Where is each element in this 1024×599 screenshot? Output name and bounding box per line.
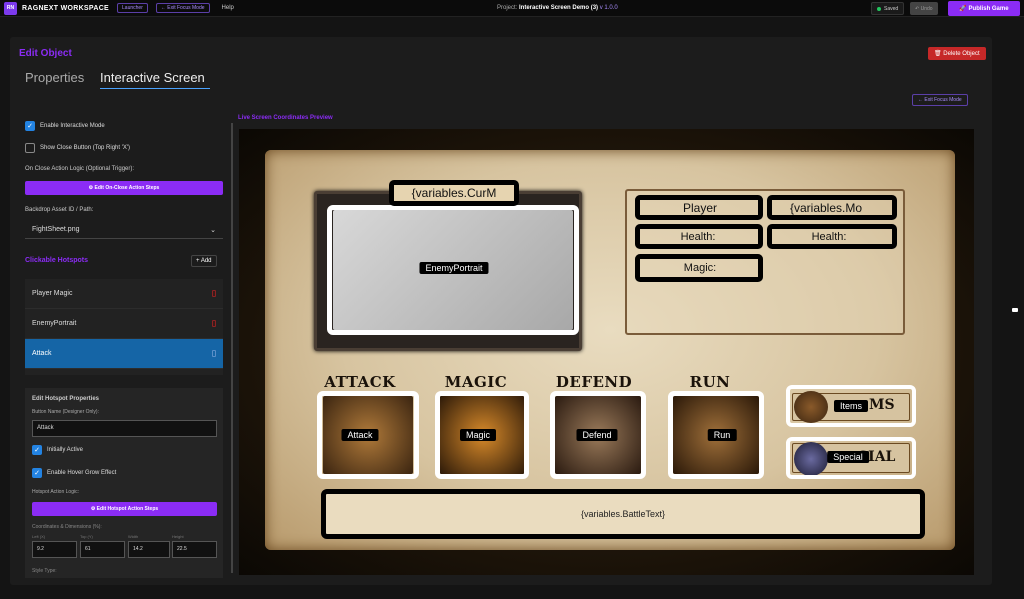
live-preview-canvas: EnemyPortrait {variables.CurM Player {va… — [239, 129, 974, 575]
project-name: Interactive Screen Demo (3) — [519, 5, 599, 11]
health-player-text: Health: — [680, 231, 716, 243]
special-tag: Special — [827, 451, 869, 463]
coord-label-height: Height — [172, 534, 184, 539]
style-type-label: Style Type: — [32, 568, 57, 574]
coord-label-width: Width — [128, 534, 139, 539]
add-hotspot-button[interactable]: + Add — [191, 255, 217, 267]
tab-interactive-screen[interactable]: Interactive Screen — [100, 70, 205, 85]
delete-icon[interactable] — [212, 290, 216, 297]
battle-text-hotspot[interactable]: {variables.BattleText} — [321, 489, 925, 539]
coord-label-y: Top (Y) — [80, 534, 93, 539]
hotspot-label: Attack — [32, 350, 52, 357]
button-name-label: Button Name (Designer Only): — [32, 409, 99, 415]
chevron-down-icon: ⌄ — [210, 227, 216, 234]
delete-icon[interactable] — [212, 350, 216, 357]
side-indicator — [1012, 308, 1018, 312]
left-panel-scrollbar[interactable] — [231, 123, 233, 573]
show-close-checkbox[interactable]: Show Close Button (Top Right 'X') — [25, 143, 130, 153]
delete-object-button[interactable]: 🗑 Delete Object — [928, 47, 986, 60]
hotspot-label: EnemyPortrait — [32, 320, 77, 327]
project-version: v 1.0.0 — [599, 5, 618, 11]
edit-hotspot-action-button[interactable]: ⚙ Edit Hotspot Action Steps — [32, 502, 217, 516]
launcher-button[interactable]: Launcher — [117, 3, 148, 13]
coord-height-input[interactable]: 22.5 — [172, 541, 217, 558]
player-text: Player — [682, 201, 718, 215]
delete-icon[interactable] — [212, 320, 216, 327]
enable-interactive-label: Enable Interactive Mode — [40, 123, 105, 129]
hotspot-properties-panel: Edit Hotspot Properties Button Name (Des… — [25, 388, 223, 578]
coord-x-input[interactable]: 9.2 — [32, 541, 77, 558]
coord-width-input[interactable]: 14.2 — [128, 541, 170, 558]
saved-label: Saved — [884, 5, 899, 12]
checkbox-empty-icon — [25, 143, 35, 153]
enable-interactive-checkbox[interactable]: ✓ Enable Interactive Mode — [25, 121, 105, 131]
hover-grow-label: Enable Hover Grow Effect — [47, 470, 117, 476]
hotspot-label: Player Magic — [32, 290, 73, 297]
checkmark-icon: ✓ — [25, 121, 35, 131]
list-item-selected[interactable]: Attack — [25, 339, 223, 369]
button-name-input[interactable]: Attack — [32, 420, 217, 437]
hotspots-title: Clickable Hotspots — [25, 257, 89, 264]
checkmark-icon: ✓ — [32, 445, 42, 455]
battle-text: {variables.BattleText} — [580, 509, 666, 519]
exit-focus-mode-button[interactable]: ← Exit Focus Mode — [155, 3, 210, 13]
magic-heading: MAGIC — [444, 373, 508, 391]
active-tab-indicator — [100, 88, 210, 89]
saved-status: Saved — [871, 2, 905, 15]
undo-button[interactable]: ↶ Undo — [910, 2, 938, 15]
on-close-label: On Close Action Logic (Optional Trigger)… — [25, 166, 135, 172]
coord-y-input[interactable]: 61 — [80, 541, 125, 558]
backdrop-select[interactable]: FightSheet.png ⌄ — [25, 223, 223, 239]
coords-label: Coordinates & Dimensions (%): — [32, 524, 102, 530]
list-item[interactable]: Player Magic — [25, 279, 223, 309]
health-monster-text: Health: — [811, 231, 847, 243]
project-label: Project: — [497, 5, 518, 11]
run-heading: RUN — [689, 373, 731, 391]
coord-label-x: Left (X) — [32, 534, 46, 539]
attack-tag: Attack — [341, 429, 379, 441]
project-info: Project: Interactive Screen Demo (3) v 1… — [497, 5, 618, 11]
hotspot-list: Player Magic EnemyPortrait Attack — [25, 279, 223, 375]
backdrop-label: Backdrop Asset ID / Path: — [25, 207, 94, 213]
items-tag: Items — [833, 400, 869, 412]
defend-tag: Defend — [576, 429, 618, 441]
help-menu[interactable]: Help — [222, 5, 234, 11]
monster-var-text: {variables.Mo — [789, 201, 863, 215]
show-close-label: Show Close Button (Top Right 'X') — [40, 145, 130, 151]
edit-on-close-button[interactable]: ⚙ Edit On-Close Action Steps — [25, 181, 223, 195]
enemy-portrait-tag: EnemyPortrait — [419, 262, 489, 274]
hover-grow-checkbox[interactable]: ✓ Enable Hover Grow Effect — [32, 468, 116, 478]
brand-name: RAGNEXT WORKSPACE — [22, 4, 110, 12]
exit-focus-mode-button-2[interactable]: ← Exit Focus Mode — [912, 94, 968, 106]
props-title: Edit Hotspot Properties — [32, 396, 100, 402]
magic-text: Magic: — [683, 262, 717, 274]
list-item[interactable]: EnemyPortrait — [25, 309, 223, 339]
app-logo: RN — [4, 1, 17, 15]
initially-active-checkbox[interactable]: ✓ Initially Active — [32, 445, 83, 455]
initially-active-label: Initially Active — [47, 447, 84, 453]
backdrop-value: FightSheet.png — [32, 226, 80, 233]
publish-game-button[interactable]: 🚀 Publish Game — [948, 1, 1020, 16]
action-logic-label: Hotspot Action Logic: — [32, 489, 79, 495]
preview-label: Live Screen Coordinates Preview — [238, 115, 333, 121]
saved-dot-icon — [877, 6, 881, 11]
defend-heading: DEFEND — [555, 373, 633, 391]
tab-properties[interactable]: Properties — [25, 70, 84, 85]
edit-object-modal: Edit Object 🗑 Delete Object Properties I… — [10, 37, 992, 585]
magic-tag: Magic — [459, 429, 497, 441]
attack-heading: ATTACK — [324, 373, 396, 391]
cur-monster-text: {variables.CurM — [411, 186, 497, 200]
checkmark-icon: ✓ — [32, 468, 42, 478]
modal-title: Edit Object — [19, 48, 72, 59]
run-tag: Run — [707, 429, 737, 441]
left-panel: ✓ Enable Interactive Mode Show Close But… — [25, 121, 225, 578]
